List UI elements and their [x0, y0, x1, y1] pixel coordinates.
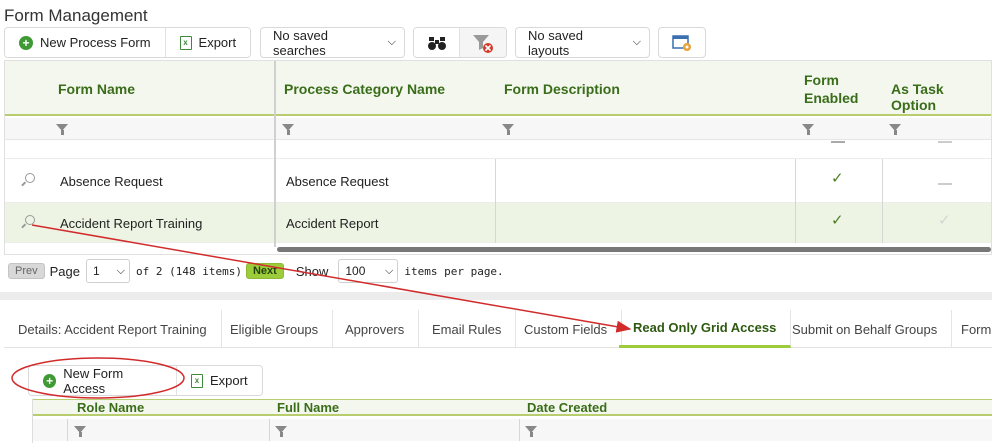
check-icon: ✓	[831, 170, 844, 187]
saved-searches-value: No saved searches	[273, 27, 328, 58]
plus-circle-icon: +	[19, 35, 33, 50]
page-count-text: of 2 (148 items)	[136, 264, 242, 278]
tab-custom-fields[interactable]: Custom Fields	[510, 310, 623, 348]
clear-filter-icon	[473, 34, 494, 53]
saved-searches-select[interactable]: No saved searches ⌵	[260, 27, 405, 58]
access-filter-row	[33, 419, 992, 441]
column-header-date-created[interactable]: Date Created	[527, 400, 607, 415]
filter-icon[interactable]	[56, 124, 68, 135]
new-process-form-button[interactable]: + New Process Form	[5, 28, 166, 57]
tab-form[interactable]: Form	[947, 310, 992, 348]
export-access-label: Export	[210, 373, 248, 388]
tab-eligible-groups[interactable]: Eligible Groups	[216, 310, 334, 348]
access-grid: Role Name Full Name Date Created	[32, 399, 992, 443]
cell-form-name: Accident Report Training	[60, 216, 203, 231]
column-separator	[795, 159, 796, 243]
column-separator	[519, 419, 520, 441]
table-row-partial	[5, 141, 991, 159]
filter-icon[interactable]	[502, 124, 514, 135]
access-toolbar: + New Form Access x Export	[28, 365, 263, 396]
column-header-description[interactable]: Form Description	[504, 81, 620, 97]
unchecked-icon: ✓	[938, 212, 951, 229]
tab-submit-on-behalf[interactable]: Submit on Behalf Groups	[778, 310, 953, 348]
chevron-down-icon: ⌵	[387, 36, 396, 48]
column-header-form-name[interactable]: Form Name	[58, 81, 135, 97]
column-header-full-name[interactable]: Full Name	[277, 400, 339, 415]
search-tools-group	[413, 27, 507, 58]
column-separator	[495, 159, 496, 243]
main-toolbar: + New Process Form x Export	[4, 27, 252, 58]
saved-layouts-value: No saved layouts	[528, 27, 583, 58]
table-row-selected[interactable]: Accident Report Training Accident Report…	[5, 203, 991, 243]
new-form-access-button[interactable]: + New Form Access	[29, 366, 177, 395]
page-select[interactable]: 1 ⌵	[86, 259, 130, 283]
next-page-button[interactable]: Next	[245, 263, 284, 279]
page-label: Page	[49, 263, 80, 279]
action-button-group: + New Process Form x Export	[4, 27, 252, 58]
filter-icon[interactable]	[282, 124, 294, 135]
table-row[interactable]: Absence Request Absence Request ✓	[5, 159, 991, 203]
horizontal-scrollbar[interactable]	[277, 247, 991, 252]
column-header-role-name[interactable]: Role Name	[77, 400, 144, 415]
layout-settings-button[interactable]	[658, 27, 706, 58]
prev-page-button[interactable]: Prev	[8, 263, 45, 279]
check-icon: ✓	[831, 212, 844, 229]
view-details-icon[interactable]	[25, 173, 35, 183]
locked-column-separator[interactable]	[274, 61, 276, 247]
cell-category: Absence Request	[286, 174, 389, 189]
page-size-select[interactable]: 100 ⌵	[338, 259, 399, 283]
column-header-category[interactable]: Process Category Name	[284, 81, 445, 97]
excel-icon: x	[191, 373, 203, 388]
show-label: Show	[295, 263, 329, 279]
filter-icon[interactable]	[74, 426, 86, 437]
export-label: Export	[198, 35, 237, 50]
chevron-down-icon: ⌵	[116, 264, 125, 277]
filter-icon[interactable]	[889, 124, 901, 135]
page-size-value: 100	[345, 264, 366, 278]
unchecked-icon	[938, 183, 952, 185]
chevron-down-icon: ⌵	[385, 264, 394, 277]
filter-icon[interactable]	[802, 124, 814, 135]
export-access-button[interactable]: x Export	[177, 366, 262, 395]
layout-settings-icon	[672, 34, 691, 51]
filter-icon[interactable]	[525, 426, 537, 437]
section-divider	[0, 292, 992, 300]
access-grid-header: Role Name Full Name Date Created	[33, 399, 992, 416]
plus-circle-icon: +	[43, 373, 57, 388]
column-header-task-option[interactable]: As Task Option	[891, 81, 991, 113]
tab-approvers[interactable]: Approvers	[331, 310, 420, 348]
page-select-value: 1	[93, 264, 100, 278]
grid-header: Form Name Process Category Name Form Des…	[5, 61, 991, 116]
detail-tabs: Details: Accident Report Training Eligib…	[4, 310, 992, 348]
dash-partial	[938, 141, 952, 143]
check-partial	[831, 141, 845, 143]
cell-category: Accident Report	[286, 216, 379, 231]
tab-email-rules[interactable]: Email Rules	[418, 310, 517, 348]
access-button-group: + New Form Access x Export	[28, 365, 263, 396]
excel-icon: x	[179, 35, 192, 50]
page-title: Form Management	[4, 6, 148, 25]
clear-filter-button[interactable]	[460, 28, 506, 57]
tab-details[interactable]: Details: Accident Report Training	[4, 310, 222, 348]
saved-layouts-select[interactable]: No saved layouts ⌵	[515, 27, 650, 58]
tab-read-only-grid-access[interactable]: Read Only Grid Access	[619, 310, 792, 348]
column-header-enabled[interactable]: Form Enabled	[804, 71, 874, 107]
per-page-text: items per page.	[404, 264, 504, 278]
view-details-icon[interactable]	[25, 215, 35, 225]
filter-icon[interactable]	[275, 426, 287, 437]
column-separator	[882, 159, 883, 243]
find-button[interactable]	[414, 28, 461, 57]
binoculars-icon	[427, 36, 446, 50]
cell-form-name: Absence Request	[60, 174, 163, 189]
export-button[interactable]: x Export	[165, 28, 251, 57]
filter-row	[5, 118, 991, 140]
pager: Prev Page 1 ⌵ of 2 (148 items) Next Show…	[4, 258, 992, 284]
forms-grid: Form Name Process Category Name Form Des…	[4, 60, 992, 255]
new-form-access-label: New Form Access	[63, 365, 124, 396]
column-separator	[67, 419, 68, 441]
column-separator	[269, 419, 270, 441]
new-process-form-label: New Process Form	[40, 35, 151, 50]
chevron-down-icon: ⌵	[632, 36, 641, 48]
